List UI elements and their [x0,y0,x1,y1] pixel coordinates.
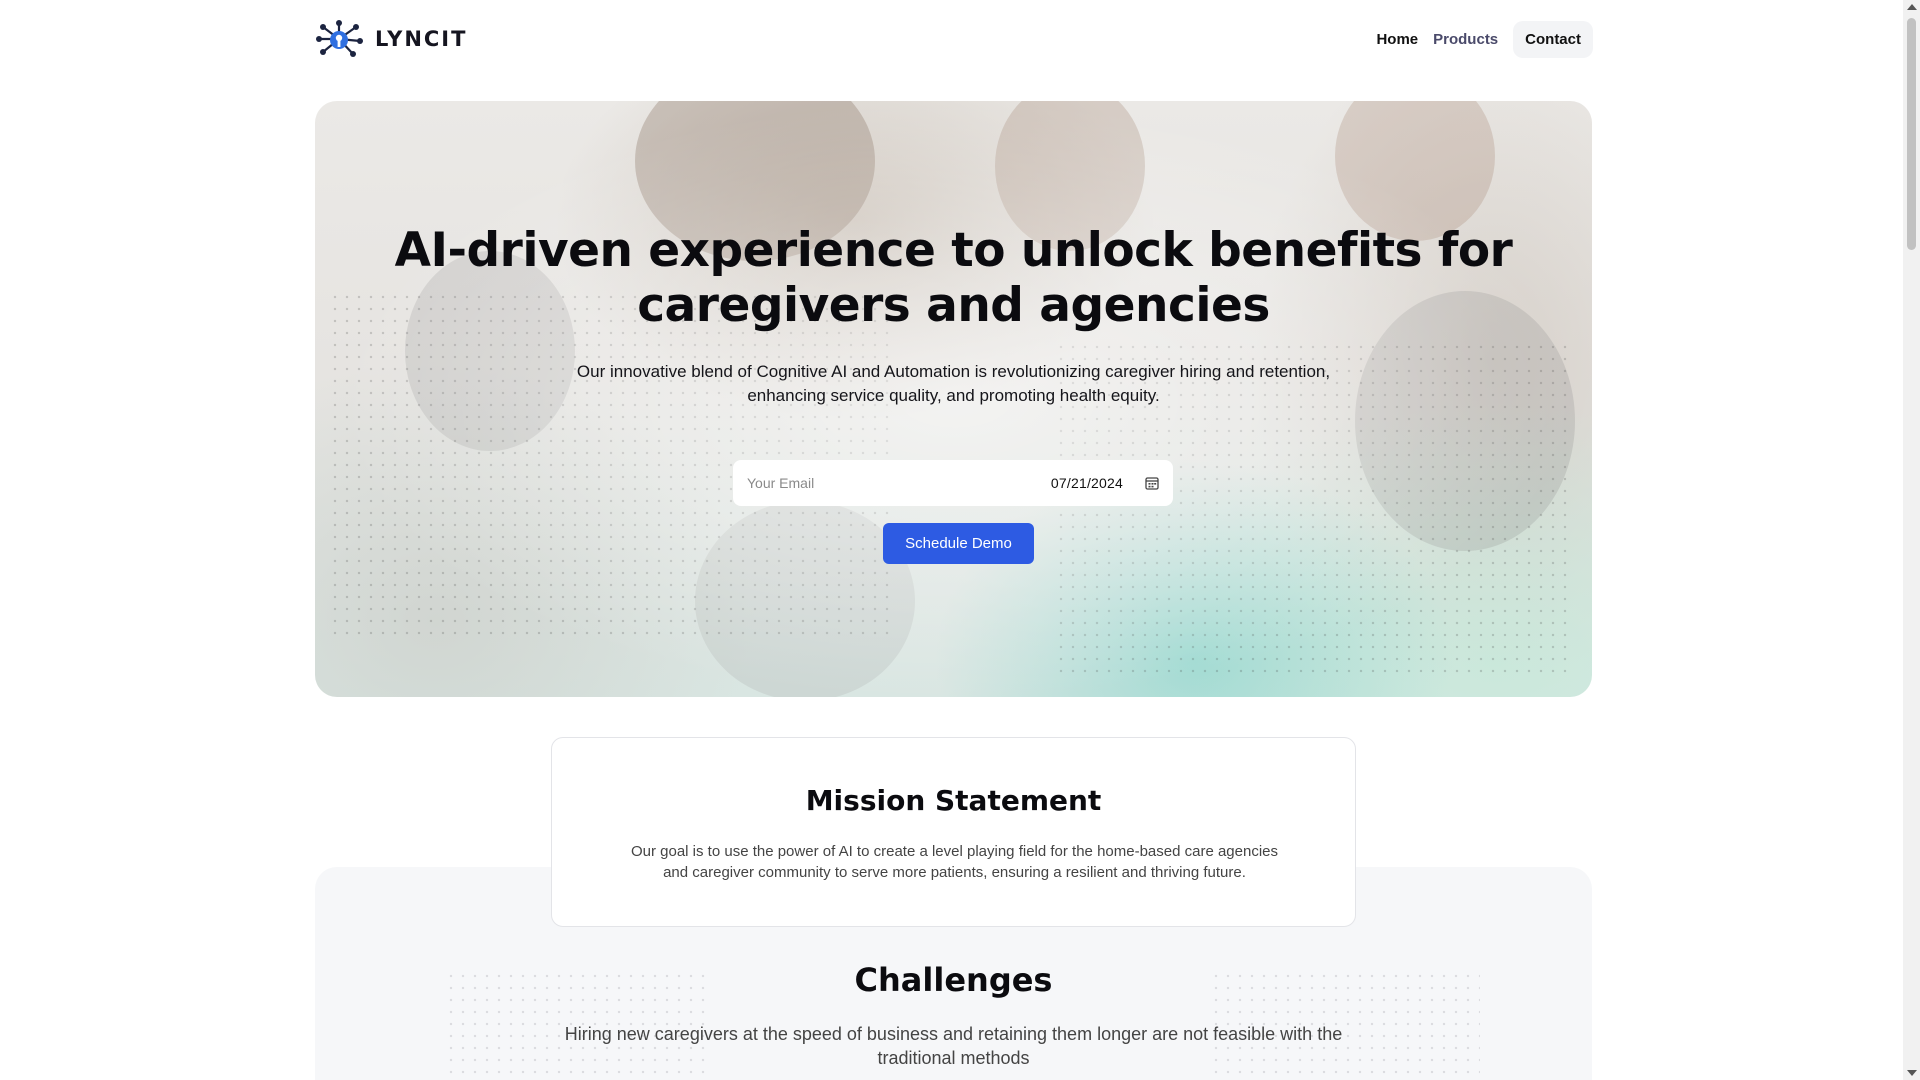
main-nav: Home Products Contact [1376,20,1593,58]
email-input[interactable] [747,475,1051,491]
hero-title: AI-driven experience to unlock benefits … [394,223,1513,333]
mission-card: Mission Statement Our goal is to use the… [551,737,1356,927]
scrollbar-thumb[interactable] [1907,18,1916,250]
hero-banner: AI-driven experience to unlock benefits … [315,101,1592,697]
page-scrollbar[interactable] [1903,0,1920,1080]
challenges-title: Challenges [854,961,1053,999]
schedule-demo-button[interactable]: Schedule Demo [883,523,1034,564]
nav-home-link[interactable]: Home [1376,31,1418,48]
challenges-text: Hiring new caregivers at the speed of bu… [564,1024,1343,1068]
date-field[interactable]: 07/21/2024 [1051,475,1123,491]
network-node-icon [316,20,363,57]
calendar-icon[interactable] [1145,476,1159,490]
mission-text: Our goal is to use the power of AI to cr… [630,843,1279,881]
hero-subtitle: Our innovative blend of Cognitive AI and… [576,362,1331,405]
scroll-up-arrow-icon[interactable] [1907,4,1917,10]
demo-request-form: 07/21/2024 [733,460,1173,506]
site-header: LYNCIT Home Products Contact [313,18,1593,60]
nav-contact-button[interactable]: Contact [1513,20,1593,58]
scroll-down-arrow-icon[interactable] [1907,1070,1917,1076]
logo-text: LYNCIT [375,27,468,51]
mission-title: Mission Statement [805,784,1102,817]
logo[interactable]: LYNCIT [313,19,467,59]
nav-products-link[interactable]: Products [1433,31,1498,48]
